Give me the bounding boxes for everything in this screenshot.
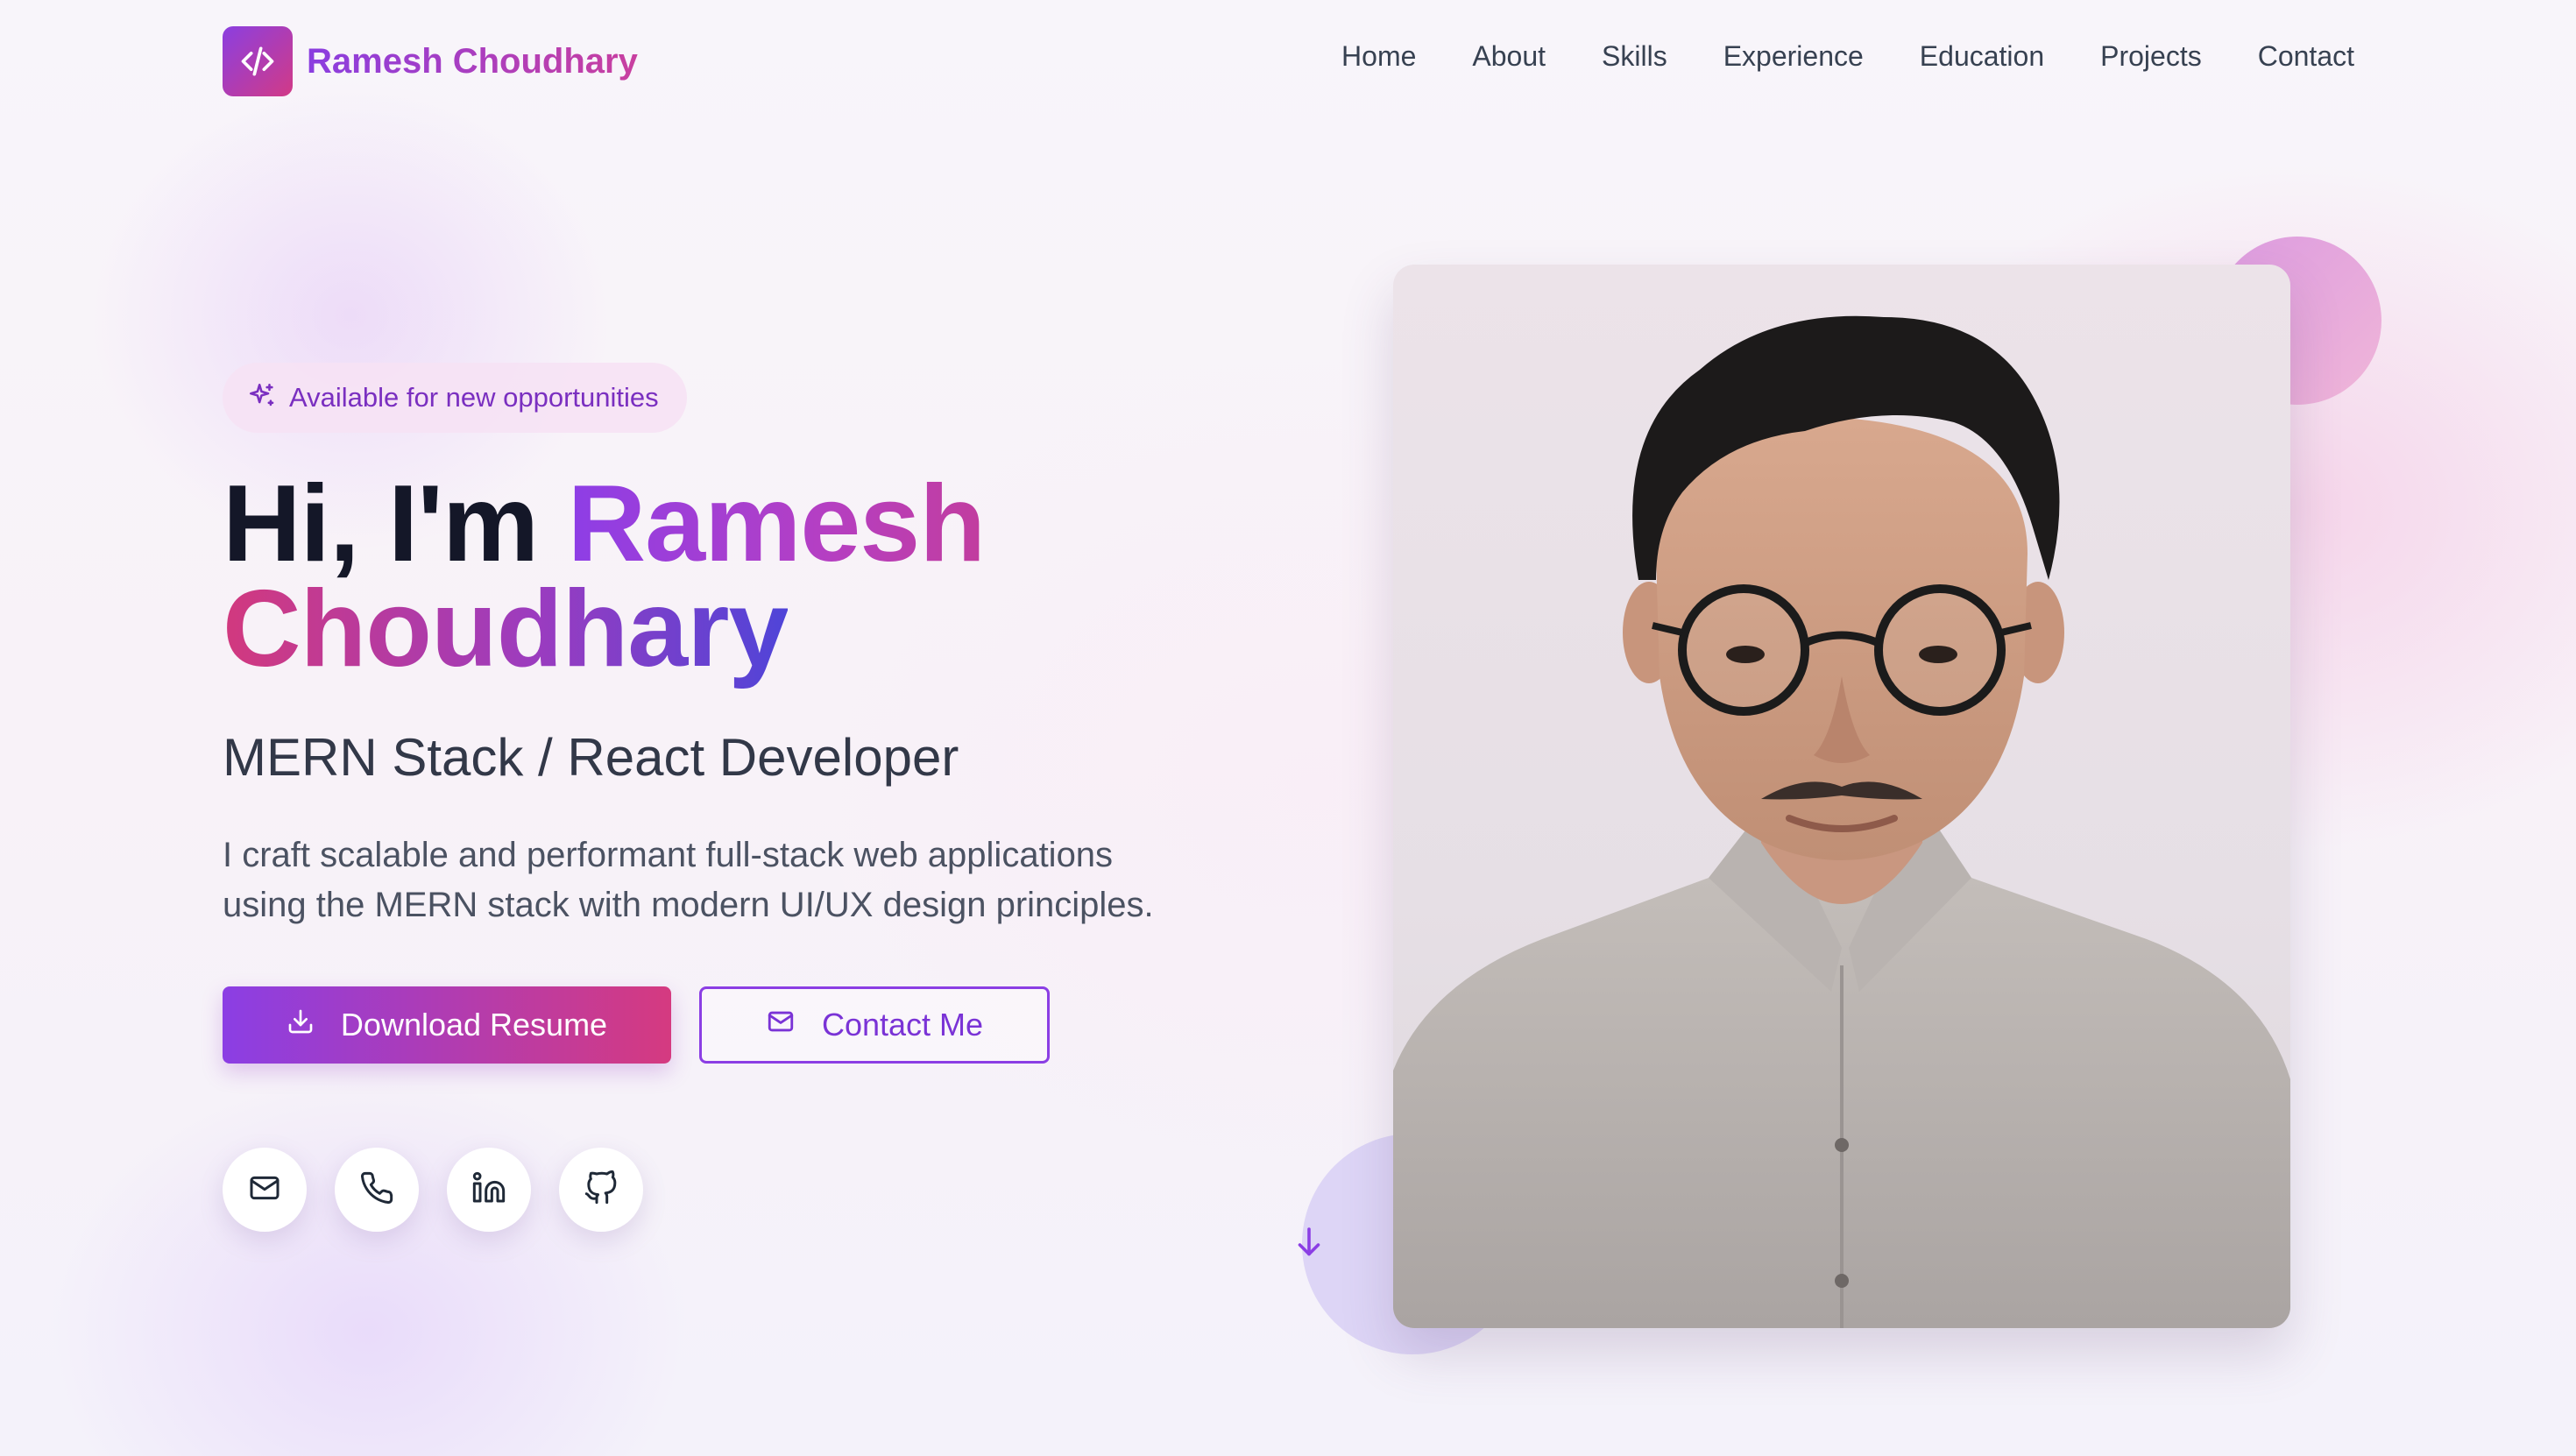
social-links [223, 1148, 643, 1232]
nav-link-projects[interactable]: Projects [2100, 40, 2202, 73]
linkedin-social-button[interactable] [447, 1148, 531, 1232]
badge-text: Available for new opportunities [289, 382, 659, 413]
linkedin-icon [471, 1170, 506, 1210]
mail-icon [247, 1170, 282, 1210]
download-resume-button[interactable]: Download Resume [223, 986, 671, 1064]
description-line: I craft scalable and performant full-sta… [223, 836, 1114, 874]
nav-link-education[interactable]: Education [1920, 40, 2044, 73]
mail-icon [766, 1007, 796, 1044]
phone-social-button[interactable] [335, 1148, 419, 1232]
github-icon [584, 1170, 619, 1210]
code-icon [223, 26, 293, 96]
hero-heading: Hi, I'm Ramesh Choudhary [223, 470, 986, 683]
nav-link-experience[interactable]: Experience [1723, 40, 1864, 73]
nav-link-contact[interactable]: Contact [2258, 40, 2354, 73]
github-social-button[interactable] [559, 1148, 643, 1232]
brand-name: Ramesh Choudhary [307, 41, 638, 81]
profile-photo [1393, 265, 2290, 1328]
greeting-text: Hi, I'm [223, 463, 539, 584]
email-social-button[interactable] [223, 1148, 307, 1232]
brand-logo[interactable]: Ramesh Choudhary [223, 26, 638, 96]
description-line: using the MERN stack with modern UI/UX d… [223, 886, 1154, 924]
top-navbar: Ramesh Choudhary Home About Skills Exper… [0, 0, 2576, 123]
contact-me-label: Contact Me [821, 1007, 984, 1043]
role-title: MERN Stack / React Developer [223, 728, 959, 787]
phone-icon [359, 1170, 394, 1210]
download-icon [287, 1007, 315, 1043]
hero-description: I craft scalable and performant full-sta… [223, 830, 1274, 930]
nav-link-home[interactable]: Home [1341, 40, 1416, 73]
name-last: Choudhary [223, 569, 789, 689]
contact-me-button[interactable]: Contact Me [699, 986, 1050, 1064]
download-resume-label: Download Resume [340, 1007, 608, 1043]
name-first: Ramesh [567, 463, 986, 584]
nav-link-about[interactable]: About [1472, 40, 1546, 73]
nav-link-skills[interactable]: Skills [1602, 40, 1667, 73]
arrow-down-icon[interactable] [1293, 1225, 1325, 1260]
nav-links: Home About Skills Experience Education P… [1285, 40, 2354, 73]
sparkles-icon [247, 381, 277, 415]
availability-badge: Available for new opportunities [223, 363, 687, 433]
